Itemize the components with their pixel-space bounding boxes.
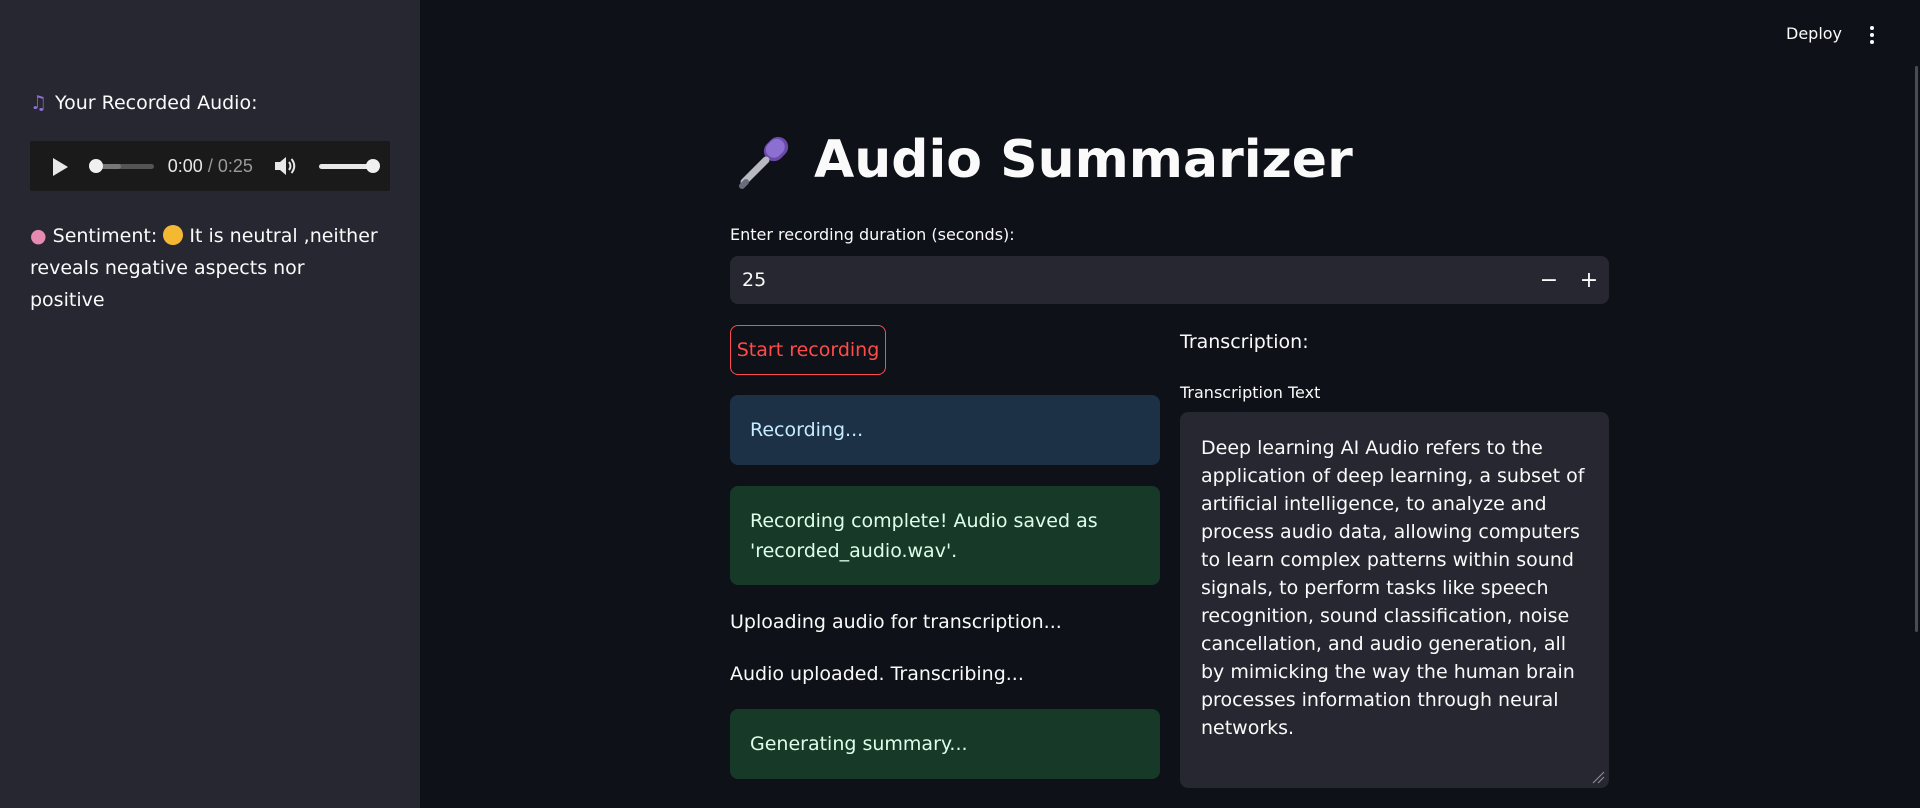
volume-slider[interactable] [318,158,380,173]
start-recording-button[interactable]: Start recording [730,325,886,375]
success-alert-text-line1: Recording complete! Audio saved as [750,509,1098,532]
more-vertical-icon[interactable] [1866,24,1878,46]
success-alert-text-line2: 'recorded_audio.wav'. [750,539,958,562]
sentiment-result: ● Sentiment: It is neutral ,neither reve… [30,220,380,316]
page-title-text: Audio Summarizer [814,130,1353,190]
info-alert-text: Recording... [750,419,864,441]
transcription-text-label: Transcription Text [1180,383,1321,402]
play-icon[interactable] [48,155,69,177]
duration-label: Enter recording duration (seconds): [730,225,1015,244]
transcribing-status-text: Audio uploaded. Transcribing... [730,663,1024,685]
audio-time: 0:00 / 0:25 [168,156,253,177]
recorded-audio-heading: ♫ Your Recorded Audio: [30,92,258,114]
scrollbar[interactable] [1915,66,1918,632]
microphone-icon [739,136,789,189]
time-separator: / [202,155,218,176]
music-notes-icon: ♫ [30,92,48,114]
sentiment-text-line2: reveals negative aspects nor positive [30,257,305,311]
current-time: 0:00 [167,155,203,176]
sentiment-label: Sentiment: [52,225,158,247]
transcription-heading: Transcription: [1180,331,1309,353]
audio-player: 0:00 / 0:25 [30,141,390,191]
uploading-status-text: Uploading audio for transcription... [730,611,1062,633]
volume-knob[interactable] [366,158,380,173]
summary-alert-text: Generating summary... [750,733,968,755]
duration-number-input[interactable]: 25 − + [730,256,1609,304]
resize-grip-icon[interactable] [1591,770,1605,784]
audio-progress-bar[interactable] [88,158,154,173]
brain-icon: ● [30,225,47,247]
success-alert-text: Recording complete! Audio saved as 'reco… [750,506,1098,566]
info-alert-recording: Recording... [730,395,1160,465]
success-alert-recording-complete: Recording complete! Audio saved as 'reco… [730,486,1160,585]
volume-icon[interactable] [273,155,297,177]
page-title: Audio Summarizer [736,130,1353,190]
neutral-face-icon [163,225,184,245]
sidebar: ♫ Your Recorded Audio: 0:00 / 0:25 ● Sen… [0,0,420,808]
recorded-audio-heading-text: Your Recorded Audio: [55,92,258,114]
decrement-button[interactable]: − [1529,256,1569,304]
sentiment-text-line1: It is neutral ,neither [189,225,378,247]
transcription-textarea[interactable]: Deep learning AI Audio refers to the app… [1180,412,1609,788]
transcription-text-value[interactable]: Deep learning AI Audio refers to the app… [1201,437,1584,739]
success-alert-generating-summary: Generating summary... [730,709,1160,779]
duration-time: 0:25 [217,155,253,176]
progress-knob[interactable] [88,158,103,173]
deploy-button[interactable]: Deploy [1786,24,1842,43]
duration-input-value[interactable]: 25 [730,269,1529,291]
increment-button[interactable]: + [1569,256,1609,304]
